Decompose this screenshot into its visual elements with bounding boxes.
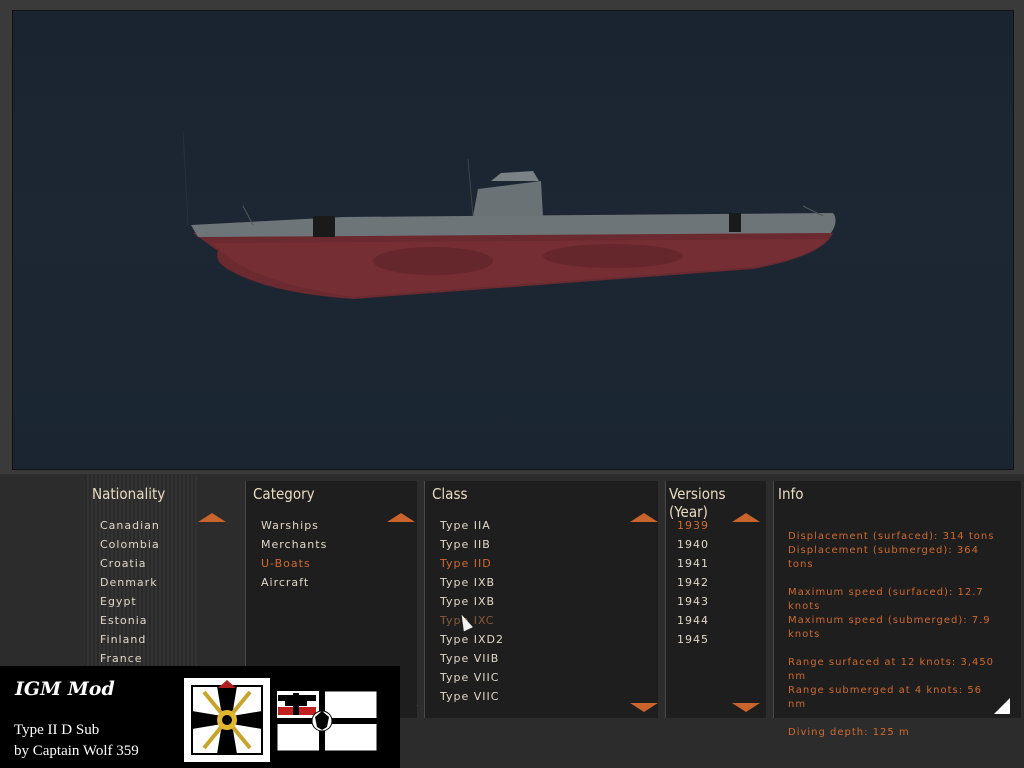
class-scroll-up[interactable] bbox=[630, 513, 658, 522]
versions-scroll-up[interactable] bbox=[732, 513, 760, 522]
class-item[interactable]: Type IIA bbox=[440, 516, 504, 535]
info-paragraph: Maximum speed (surfaced): 12.7 knots Max… bbox=[788, 587, 991, 640]
version-item[interactable]: 1945 bbox=[677, 630, 709, 649]
class-list[interactable]: Type IIA Type IIB Type IID Type IXB Type IXB… bbox=[440, 516, 504, 706]
versions-list[interactable]: 1939 1940 1941 1942 1943 1944 1945 bbox=[677, 516, 709, 649]
version-item[interactable]: 1939 bbox=[677, 516, 709, 535]
nationality-item[interactable]: Croatia bbox=[100, 554, 160, 573]
info-text: Displacement (surfaced): 314 tons Displa… bbox=[788, 530, 998, 754]
versions-scroll-down[interactable] bbox=[732, 703, 760, 712]
class-item[interactable]: Type IXB bbox=[440, 573, 504, 592]
class-item[interactable]: Type IXD2 bbox=[440, 630, 504, 649]
mod-name: IGM Mod bbox=[15, 678, 115, 700]
class-item[interactable]: Type IXB bbox=[440, 592, 504, 611]
nationality-item[interactable]: Finland bbox=[100, 630, 160, 649]
nationality-item[interactable]: Canadian bbox=[100, 516, 160, 535]
iron-cross-flag bbox=[184, 678, 270, 762]
class-item[interactable]: Type IIB bbox=[440, 535, 504, 554]
nationality-panel: Nationality Canadian Colombia Croatia Denma… bbox=[85, 481, 195, 666]
nationality-item[interactable]: Denmark bbox=[100, 573, 160, 592]
info-panel: Info Displacement (surfaced): 314 tons D… bbox=[773, 481, 1021, 738]
nationality-list[interactable]: Canadian Colombia Croatia Denmark Egypt Eston… bbox=[100, 516, 160, 668]
class-item[interactable]: Type VIIC bbox=[440, 668, 504, 687]
version-item[interactable]: 1944 bbox=[677, 611, 709, 630]
class-title: Class bbox=[432, 485, 468, 503]
class-item[interactable]: Type IID bbox=[440, 554, 504, 573]
version-item[interactable]: 1941 bbox=[677, 554, 709, 573]
info-paragraph: Displacement (surfaced): 314 tons Displa… bbox=[788, 531, 995, 570]
nationality-item[interactable]: Estonia bbox=[100, 611, 160, 630]
info-title: Info bbox=[778, 485, 804, 503]
author-line: by Captain Wolf 359 bbox=[14, 743, 139, 759]
class-item[interactable]: Type VIIC bbox=[440, 687, 504, 706]
versions-panel: Versions (Year) 1939 1940 1941 1942 1943 1944… bbox=[665, 481, 766, 718]
ship-name-line: Type II D Sub bbox=[14, 722, 100, 738]
resize-corner-icon[interactable] bbox=[994, 698, 1010, 714]
category-title: Category bbox=[253, 485, 315, 503]
info-paragraph: Diving depth: 125 m bbox=[788, 727, 910, 738]
category-list[interactable]: Warships Merchants U-Boats Aircraft bbox=[261, 516, 327, 592]
reich-war-flag bbox=[276, 690, 378, 752]
version-item[interactable]: 1943 bbox=[677, 592, 709, 611]
ship-viewport[interactable] bbox=[12, 10, 1014, 470]
class-item[interactable]: Type VIIB bbox=[440, 649, 504, 668]
nationality-title: Nationality bbox=[92, 485, 166, 503]
class-scroll-down[interactable] bbox=[630, 703, 658, 712]
category-item[interactable]: Aircraft bbox=[261, 573, 327, 592]
submarine-model bbox=[182, 130, 836, 299]
category-item[interactable]: Merchants bbox=[261, 535, 327, 554]
nationality-item[interactable]: Egypt bbox=[100, 592, 160, 611]
class-panel: Class Type IIA Type IIB Type IID Type IXB Ty… bbox=[424, 481, 658, 718]
version-item[interactable]: 1940 bbox=[677, 535, 709, 554]
version-item[interactable]: 1942 bbox=[677, 573, 709, 592]
category-item[interactable]: U-Boats bbox=[261, 554, 327, 573]
nationality-item[interactable]: Colombia bbox=[100, 535, 160, 554]
info-paragraph: Range surfaced at 12 knots: 3,450 nm Ran… bbox=[788, 657, 995, 710]
category-scroll-up[interactable] bbox=[387, 513, 415, 522]
category-item[interactable]: Warships bbox=[261, 516, 327, 535]
nationality-scroll-up[interactable] bbox=[198, 513, 226, 522]
